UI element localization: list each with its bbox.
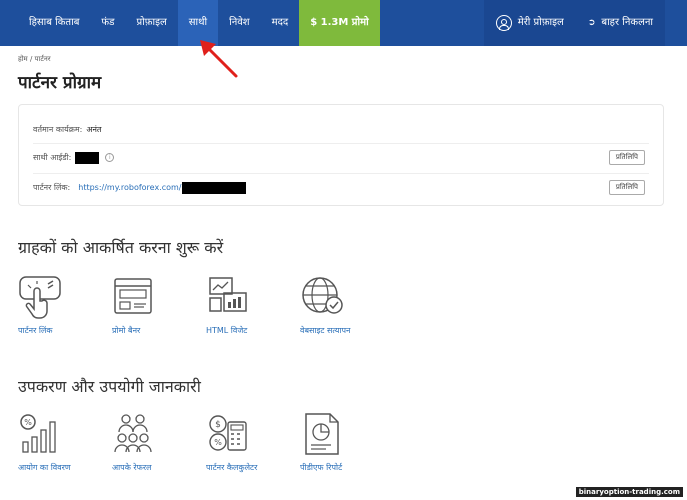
copy-partner-id-button[interactable]: प्रतिलिपि [608,150,645,165]
partner-link-row: पार्टनर लिंक: https://my.roboforex.com/ … [33,173,649,201]
page-title: पार्टनर प्रोग्राम [18,73,102,93]
current-program-label: वर्तमान कार्यक्रम: [33,124,83,134]
partner-id-row: साथी आईडी: i प्रतिलिपि [33,143,649,171]
tile-partner-calculator[interactable]: $ % पार्टनर कैलकुलेटर [206,412,296,473]
calculator-coins-icon: $ % [209,415,247,451]
svg-text:%: % [214,438,222,447]
logout-button[interactable]: ➲ बाहर निकलना [575,0,665,46]
user-icon [495,15,512,31]
tile-your-referrals[interactable]: आपके रेफरल [112,412,202,473]
top-navbar: हिसाब किताब फंड प्रोफ़ाइल साथी निवेश मदद… [0,0,687,46]
tile-html-widget[interactable]: HTML विजेट [206,275,296,336]
tile-promo-banner-label[interactable]: प्रोमो बैनर [112,325,202,336]
widget-icon [209,277,247,312]
users-group-icon [114,414,152,453]
percent-bars-icon: % [20,414,56,453]
attract-clients-title: ग्राहकों को आकर्षित करना शुरू करें [18,238,224,257]
nav-profile[interactable]: प्रोफ़ाइल [125,0,177,46]
partner-link-label: पार्टनर लिंक: [33,183,71,192]
globe-check-icon [302,277,343,314]
tile-html-widget-label[interactable]: HTML विजेट [206,325,296,336]
partner-info-card: वर्तमान कार्यक्रम: अनंत साथी आईडी: i प्र… [18,104,664,206]
annotation-arrow-icon [200,40,238,78]
breadcrumb[interactable]: होम / पार्टनर [18,55,51,64]
tile-partner-calculator-label[interactable]: पार्टनर कैलकुलेटर [206,462,296,473]
tile-commission-details-label[interactable]: आयोग का विवरण [18,462,108,473]
tile-website-verification[interactable]: वेबसाइट सत्यापन [300,275,390,336]
nav-accounts[interactable]: हिसाब किताब [18,0,90,46]
partner-link-redacted [181,181,246,194]
tile-commission-details[interactable]: % आयोग का विवरण [18,412,108,473]
my-profile-label: मेरी प्रोफ़ाइल [517,17,564,28]
tile-partner-link[interactable]: पार्टनर लिंक [18,275,108,336]
pointer-link-icon [19,276,61,319]
tile-promo-banner[interactable]: प्रोमो बैनर [112,275,202,336]
tile-partner-link-label[interactable]: पार्टनर लिंक [18,325,108,336]
tools-info-title: उपकरण और उपयोगी जानकारी [18,377,201,396]
pdf-report-icon [305,413,339,455]
nav-funds[interactable]: फंड [90,0,125,46]
svg-text:%: % [24,418,32,427]
logout-label: बाहर निकलना [601,17,653,28]
copy-partner-link-button[interactable]: प्रतिलिपि [608,180,645,195]
logout-icon: ➲ [587,18,596,28]
partner-id-redacted [75,151,100,164]
partner-link-value[interactable]: https://my.roboforex.com/ [78,183,181,192]
current-program-value: अनंत [86,124,102,134]
my-profile-button[interactable]: मेरी प्रोफ़ाइल [483,0,576,46]
svg-text:$: $ [215,420,221,430]
tile-your-referrals-label[interactable]: आपके रेफरल [112,462,202,473]
watermark: binaryoption-trading.com [575,487,683,497]
banner-icon [114,278,152,314]
tile-pdf-report-label[interactable]: पीडीएफ रिपोर्ट [300,462,390,473]
info-icon[interactable]: i [105,153,115,162]
tile-pdf-report[interactable]: पीडीएफ रिपोर्ट [300,412,390,473]
partner-id-label: साथी आईडी: [33,153,72,162]
nav-help[interactable]: मदद [261,0,300,46]
nav-promo[interactable]: $ 1.3M प्रोमो [299,0,380,46]
tile-website-verification-label[interactable]: वेबसाइट सत्यापन [300,325,390,336]
user-nav: मेरी प्रोफ़ाइल ➲ बाहर निकलना [483,0,665,46]
current-program-row: वर्तमान कार्यक्रम: अनंत [33,115,649,143]
